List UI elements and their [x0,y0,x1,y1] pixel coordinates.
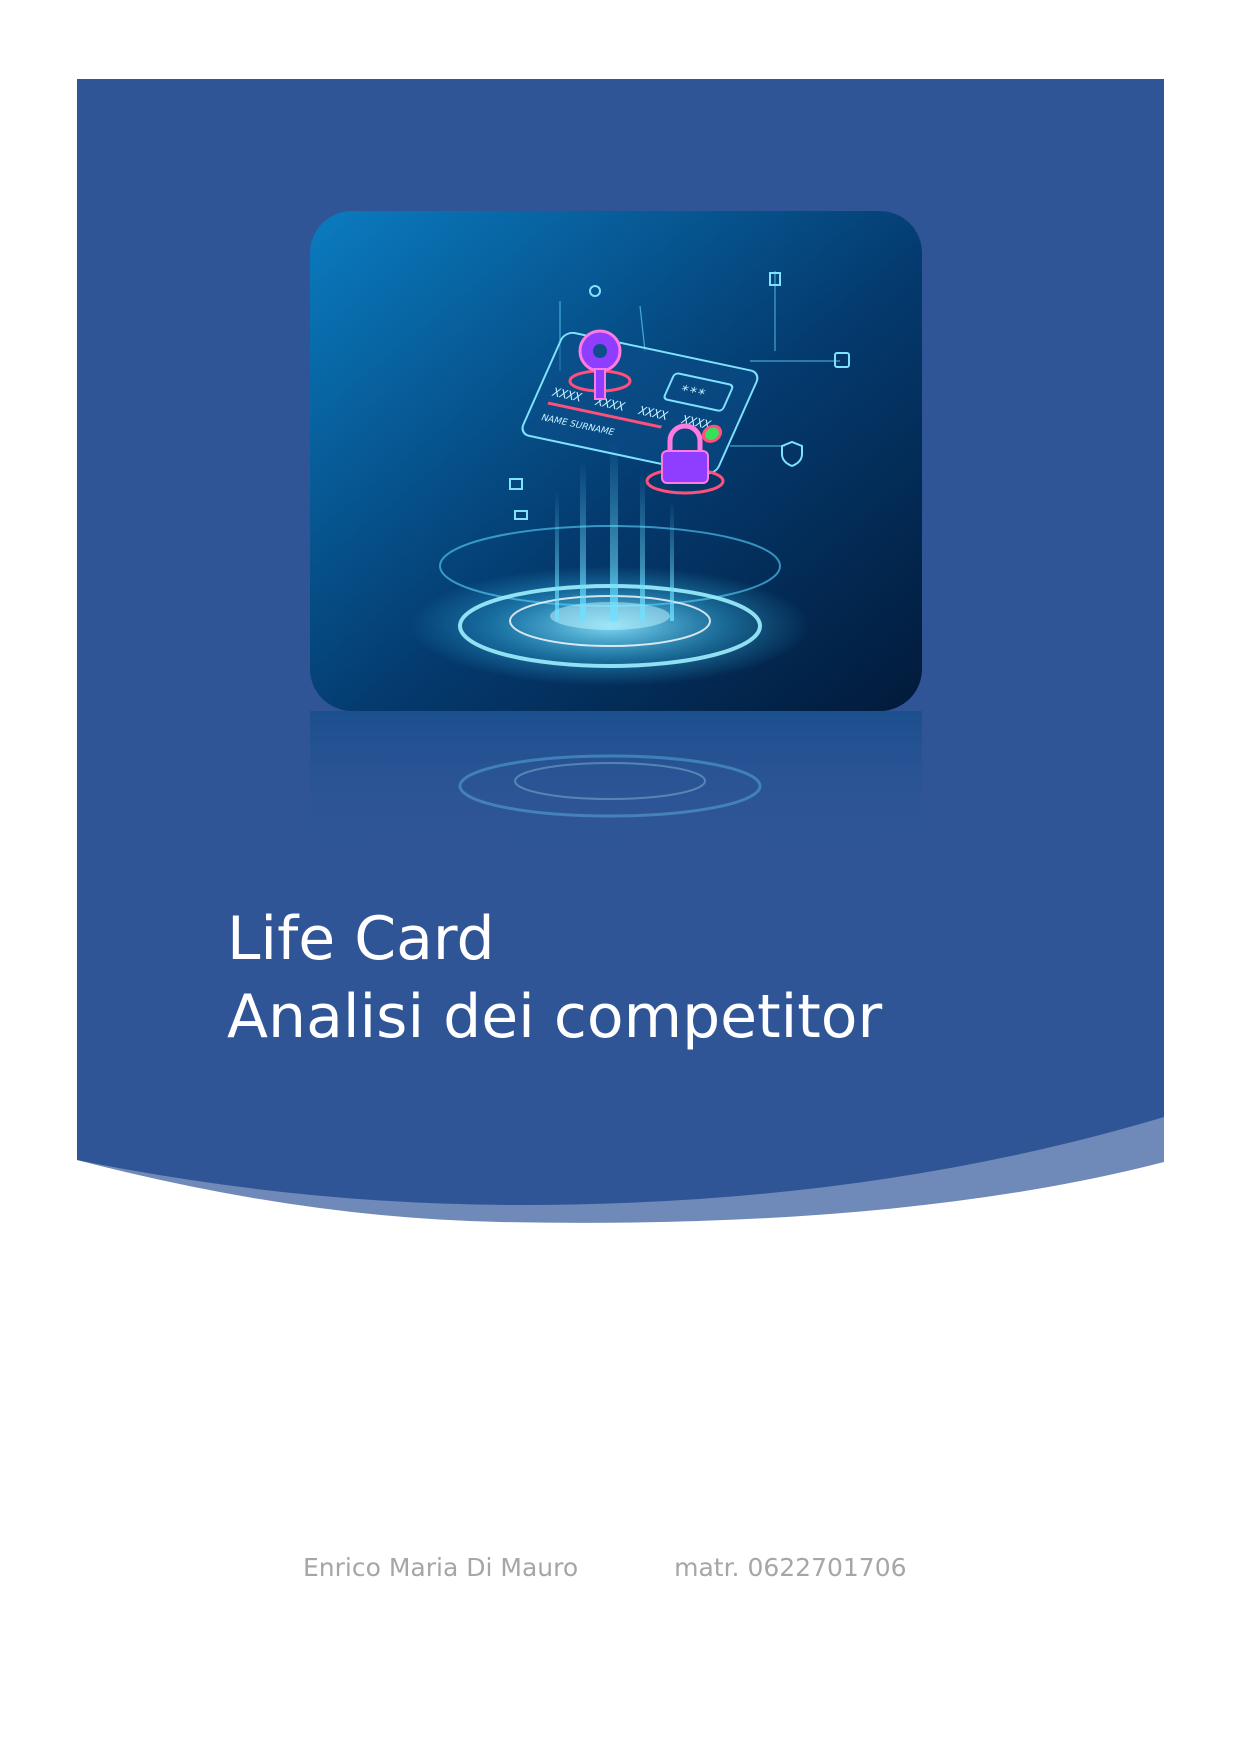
light-beam [610,441,618,621]
light-beam [670,501,674,621]
student-id: matr. 0622701706 [674,1553,907,1582]
hero-reflection [310,711,922,851]
author-name: Enrico Maria Di Mauro [303,1553,579,1582]
light-beam [580,461,586,621]
document-title: Life Card Analisi dei competitor [227,900,882,1056]
title-line-2: Analisi dei competitor [227,982,883,1052]
hero-image: *** XXXX XXXX XXXX XXXX NAME SURNAME [310,211,922,711]
light-beam [640,471,645,621]
title-line-1: Life Card [227,904,495,974]
cover-footer: Enrico Maria Di Mauro matr. 0622701706 [303,1553,907,1582]
light-beam [555,491,559,621]
